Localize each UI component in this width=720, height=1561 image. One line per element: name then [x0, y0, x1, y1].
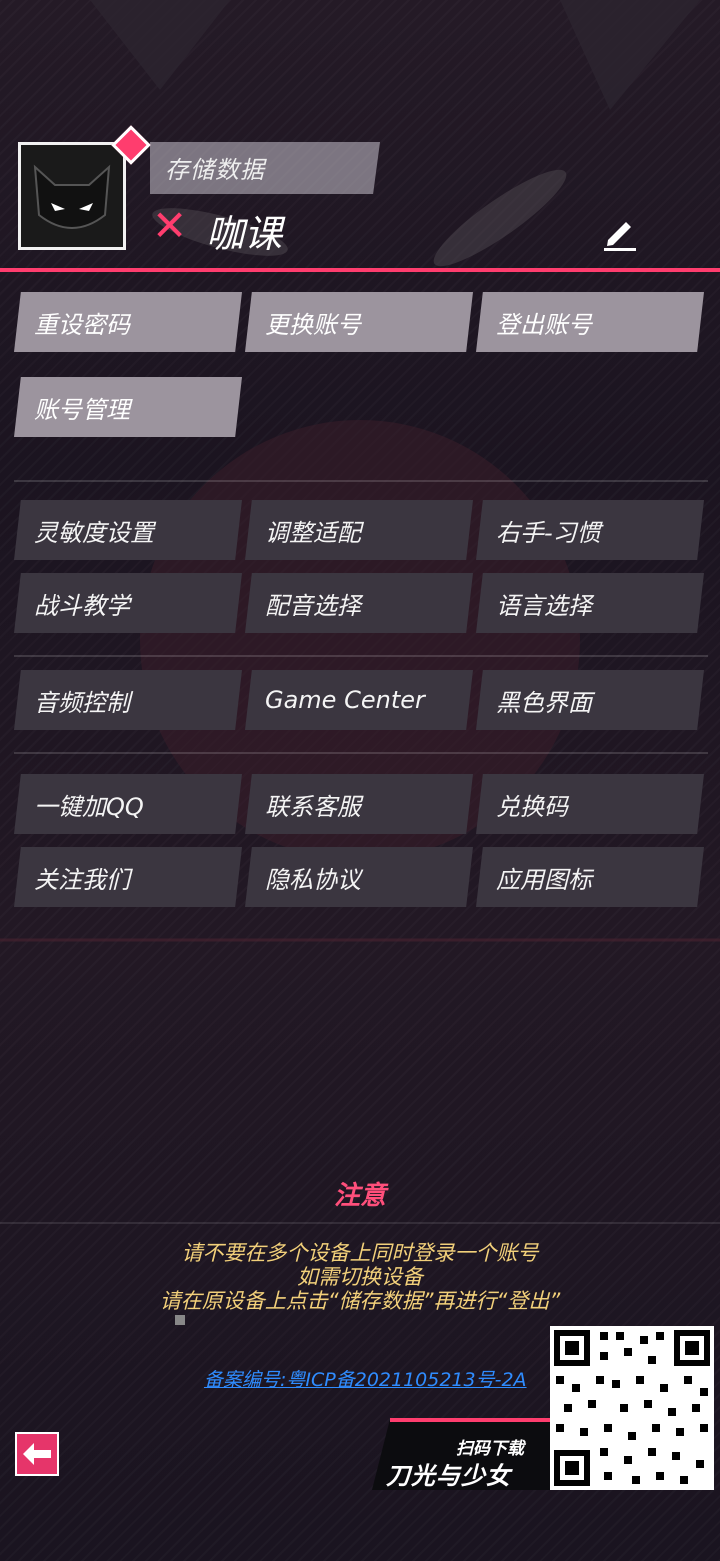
reset-password-button[interactable]: 重设密码 [14, 292, 242, 352]
account-management-button[interactable]: 账号管理 [14, 377, 242, 437]
app-icon-label: 应用图标 [496, 865, 592, 894]
promo-bar [390, 1418, 550, 1422]
arrow-left-icon [23, 1443, 51, 1465]
section-divider [14, 480, 708, 482]
account-management-label: 账号管理 [34, 395, 130, 424]
follow-us-button[interactable]: 关注我们 [14, 847, 242, 907]
app-icon-button[interactable]: 应用图标 [476, 847, 704, 907]
game-logo-text: 刀光与少女 [386, 1462, 511, 1490]
close-icon: ✕ [152, 201, 188, 250]
combat-tutorial-label: 战斗教学 [34, 591, 130, 620]
cat-mask-icon [33, 164, 111, 229]
switch-account-button[interactable]: 更换账号 [245, 292, 473, 352]
icp-link[interactable]: 备案编号:粤ICP备2021105213号-2A [204, 1365, 527, 1392]
notice-divider [0, 1222, 720, 1224]
language-select-label: 语言选择 [496, 591, 592, 620]
contact-support-label: 联系客服 [265, 792, 361, 821]
game-center-button[interactable]: Game Center [245, 670, 473, 730]
adjust-fit-button[interactable]: 调整适配 [245, 500, 473, 560]
audio-control-label: 音频控制 [34, 688, 130, 717]
switch-account-label: 更换账号 [265, 310, 361, 339]
right-hand-button[interactable]: 右手-习惯 [476, 500, 704, 560]
logout-label: 登出账号 [496, 310, 592, 339]
follow-us-label: 关注我们 [34, 865, 130, 894]
right-hand-label: 右手-习惯 [496, 518, 601, 547]
notice-title: 注意 [333, 1181, 386, 1211]
save-data-label: 存储数据 [165, 156, 265, 184]
voice-select-button[interactable]: 配音选择 [245, 573, 473, 633]
voice-select-label: 配音选择 [265, 591, 361, 620]
back-button[interactable] [15, 1432, 59, 1476]
language-select-button[interactable]: 语言选择 [476, 573, 704, 633]
privacy-policy-button[interactable]: 隐私协议 [245, 847, 473, 907]
header-divider [0, 268, 720, 272]
adjust-fit-label: 调整适配 [265, 518, 361, 547]
edit-icon[interactable] [600, 212, 640, 252]
privacy-policy-label: 隐私协议 [265, 865, 361, 894]
sensitivity-settings-button[interactable]: 灵敏度设置 [14, 500, 242, 560]
qr-code [550, 1326, 714, 1490]
combat-tutorial-button[interactable]: 战斗教学 [14, 573, 242, 633]
qr-code-icon [554, 1330, 710, 1486]
redeem-code-button[interactable]: 兑换码 [476, 774, 704, 834]
game-center-label: Game Center [265, 686, 425, 714]
notice-line: 请在原设备上点击“储存数据”再进行“登出” [159, 1289, 561, 1313]
sensitivity-settings-label: 灵敏度设置 [34, 518, 154, 547]
audio-control-button[interactable]: 音频控制 [14, 670, 242, 730]
username: 咖课 [206, 212, 283, 256]
section-divider [14, 752, 708, 754]
reset-password-label: 重设密码 [34, 310, 130, 339]
checkbox-icon[interactable] [175, 1315, 185, 1325]
redeem-code-label: 兑换码 [496, 792, 568, 821]
join-qq-label: 一键加QQ [34, 792, 144, 821]
dark-mode-label: 黑色界面 [496, 688, 592, 717]
join-qq-button[interactable]: 一键加QQ [14, 774, 242, 834]
logout-button[interactable]: 登出账号 [476, 292, 704, 352]
contact-support-button[interactable]: 联系客服 [245, 774, 473, 834]
section-divider [14, 655, 708, 657]
dark-mode-button[interactable]: 黑色界面 [476, 670, 704, 730]
avatar[interactable] [18, 142, 126, 250]
profile-header: 存储数据 ✕ 咖课 [0, 0, 720, 275]
